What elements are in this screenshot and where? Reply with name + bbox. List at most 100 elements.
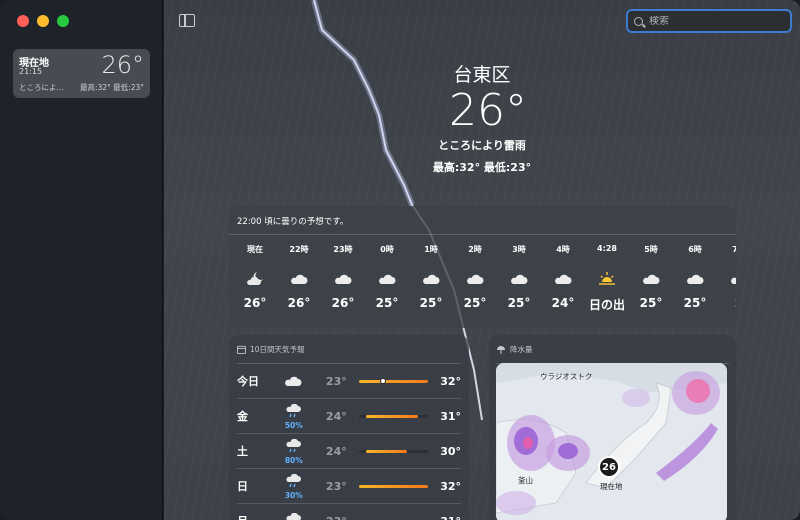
zoom-button[interactable] xyxy=(57,15,69,27)
day-row[interactable]: 金 50% 24° 31° xyxy=(237,399,461,434)
hour-item: 現在 26° xyxy=(233,244,277,313)
weather-window: 現在地 21:15 26° ところによ… 最高:32° 最低:23° 台東区 2… xyxy=(0,0,800,520)
day-icon-wrap: 30% xyxy=(279,473,308,500)
hour-item: 2時 25° xyxy=(453,244,497,313)
hour-item: 4時 24° xyxy=(541,244,585,313)
precipitation-map[interactable]: ウラジオストク 釜山 26 現在地 xyxy=(496,363,727,520)
cloud-icon xyxy=(321,264,365,294)
cloud-icon xyxy=(453,264,497,294)
sunrise-icon xyxy=(585,264,629,294)
close-button[interactable] xyxy=(17,15,29,27)
day-icon-wrap: 50% xyxy=(279,403,308,430)
hour-temp: 日の出 xyxy=(588,298,625,312)
hour-item: 22時 26° xyxy=(277,244,321,313)
precipitation-header: 降水量 xyxy=(496,335,729,364)
map-graphic xyxy=(496,363,727,520)
hour-item: 23時 26° xyxy=(321,244,365,313)
current-conditions: 台東区 26° ところにより雷雨 最高:32° 最低:23° xyxy=(364,60,600,175)
temp-range-bar xyxy=(358,414,429,418)
cloud-icon xyxy=(673,264,717,294)
hour-item: 4:28 日の出 xyxy=(585,244,629,313)
cloud-icon xyxy=(541,264,585,294)
hour-label: 22時 xyxy=(289,245,309,254)
location-temp: 26° xyxy=(101,51,144,79)
day-precip: 30% xyxy=(284,490,303,500)
temp-range-bar xyxy=(358,484,429,488)
hour-temp: 24° xyxy=(551,296,575,310)
cloud-icon xyxy=(497,264,541,294)
calendar-icon xyxy=(237,345,246,354)
day-high: 30° xyxy=(440,444,461,458)
map-label-current: 現在地 xyxy=(600,482,623,491)
hour-temp: 26° xyxy=(243,296,267,310)
day-low: 23° xyxy=(308,515,347,520)
current-temp-marker xyxy=(379,378,386,384)
hour-temp: 2 xyxy=(717,296,736,310)
hourly-forecast-panel[interactable]: 22:00 頃に曇りの予想です。 現在 26° 22時 26° 23時 26° 0時 25° 1… xyxy=(229,206,736,328)
sidebar: 現在地 21:15 26° ところによ… 最高:32° 最低:23° xyxy=(0,0,163,520)
umbrella-icon xyxy=(497,345,505,354)
hour-label: 3時 xyxy=(512,245,526,254)
hour-label: 7時 xyxy=(732,245,736,254)
hour-label: 0時 xyxy=(380,245,394,254)
day-row[interactable]: 今日 23° 32° xyxy=(237,364,461,399)
hour-temp: 25° xyxy=(463,296,487,310)
location-card-current[interactable]: 現在地 21:15 26° ところによ… 最高:32° 最低:23° xyxy=(13,49,150,98)
day-high: 32° xyxy=(440,374,461,388)
day-row[interactable]: 日 30% 23° 32° xyxy=(237,469,461,504)
day-name: 土 xyxy=(237,445,248,458)
cloud-icon xyxy=(629,264,673,294)
hour-item: 7時 2 xyxy=(717,244,736,313)
temp-range-fill xyxy=(358,484,429,488)
hour-temp: 25° xyxy=(375,296,399,310)
hour-temp: 25° xyxy=(419,296,443,310)
hour-label: 4時 xyxy=(556,245,570,254)
precipitation-title: 降水量 xyxy=(510,345,533,354)
rain-cloud-icon xyxy=(286,512,302,520)
day-icon-wrap xyxy=(279,512,308,520)
hourly-summary: 22:00 頃に曇りの予想です。 xyxy=(229,206,736,235)
day-precip: 80% xyxy=(284,455,303,465)
hour-label: 1時 xyxy=(424,245,438,254)
day-name: 今日 xyxy=(237,375,259,388)
day-high: 32° xyxy=(440,479,461,493)
sidebar-toggle-icon[interactable] xyxy=(179,14,195,27)
search-input[interactable] xyxy=(649,15,779,27)
day-icon-wrap xyxy=(279,372,308,391)
search-icon xyxy=(634,16,643,26)
day-icon-wrap: 80% xyxy=(279,438,308,465)
temp-range-bar xyxy=(358,378,429,384)
hour-temp: 25° xyxy=(507,296,531,310)
ten-day-header: 10日間天気予報 xyxy=(237,335,461,364)
current-location-pin[interactable]: 26 xyxy=(598,456,620,478)
rain-cloud-icon xyxy=(286,438,302,457)
hourly-list: 現在 26° 22時 26° 23時 26° 0時 25° 1時 25° 2時 25° 3時 25° 4時 2… xyxy=(229,235,736,313)
day-row[interactable]: 土 80% 24° 30° xyxy=(237,434,461,469)
precipitation-panel[interactable]: 降水量 ウラジオストク 釜山 26 現在地 xyxy=(489,335,736,520)
window-controls xyxy=(17,15,69,27)
hour-label: 現在 xyxy=(247,245,263,254)
current-temperature: 26° xyxy=(449,85,527,136)
cloud-icon xyxy=(277,264,321,294)
hour-label: 2時 xyxy=(468,245,482,254)
rain-cloud-icon xyxy=(286,403,302,422)
high-low-temperature: 最高:32° 最低:23° xyxy=(432,161,532,174)
cloud-icon xyxy=(409,264,453,294)
day-row[interactable]: 月 23° 31° xyxy=(237,504,461,520)
hour-temp: 25° xyxy=(639,296,663,310)
ten-day-forecast-panel[interactable]: 10日間天気予報 今日 23° 32° 金 50% 24° 31° 土 80% 24° 30° 日 30… xyxy=(229,335,469,520)
temp-range-bar xyxy=(358,449,429,453)
location-high-low: 最高:32° 最低:23° xyxy=(79,83,144,92)
day-low: 23° xyxy=(325,374,347,388)
day-precip: 50% xyxy=(284,420,303,430)
minimize-button[interactable] xyxy=(37,15,49,27)
search-field[interactable] xyxy=(626,9,792,33)
temp-range-fill xyxy=(365,414,418,418)
day-high: 31° xyxy=(434,515,461,520)
partly-cloudy-night-icon xyxy=(233,264,277,294)
hour-item: 6時 25° xyxy=(673,244,717,313)
hour-label: 4:28 xyxy=(597,244,617,253)
day-name: 日 xyxy=(237,480,248,493)
day-name: 月 xyxy=(237,513,279,520)
rain-cloud-icon xyxy=(286,473,302,492)
